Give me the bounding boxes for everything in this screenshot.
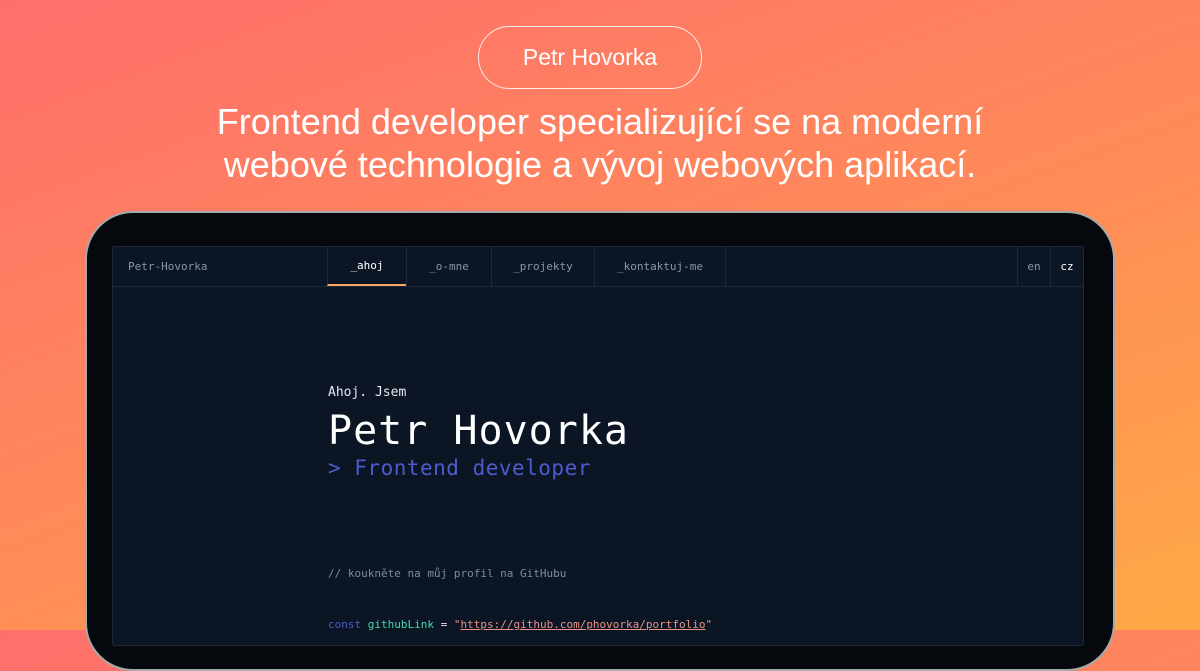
- hero-name: Petr Hovorka: [328, 408, 629, 454]
- tab-projekty[interactable]: _projekty: [491, 247, 594, 286]
- github-link[interactable]: https://github.com/phovorka/portfolio: [460, 618, 705, 631]
- tagline-line-1: Frontend developer specializující se na …: [216, 101, 984, 142]
- brand-logo[interactable]: Petr-Hovorka: [128, 247, 207, 286]
- code-comment: // koukněte na můj profil na GitHubu: [328, 567, 567, 580]
- greeting-text: Ahoj. Jsem: [328, 385, 407, 400]
- top-nav: Petr-Hovorka _ahoj _o-mne _projekty _kon…: [113, 247, 1083, 287]
- code-keyword: const: [328, 618, 362, 631]
- code-snippet: // koukněte na můj profil na GitHubu con…: [328, 531, 712, 667]
- portfolio-screen: Petr-Hovorka _ahoj _o-mne _projekty _kon…: [112, 246, 1084, 646]
- role-text: > Frontend developer: [328, 456, 591, 480]
- lang-cz-button[interactable]: cz: [1050, 247, 1083, 286]
- lang-en-button[interactable]: en: [1017, 247, 1050, 286]
- tab-o-mne[interactable]: _o-mne: [406, 247, 491, 286]
- code-variable: githubLink: [367, 618, 434, 631]
- tab-ahoj[interactable]: _ahoj: [327, 247, 406, 286]
- tab-kontaktuj-me[interactable]: _kontaktuj-me: [594, 247, 726, 286]
- nav-tabs: _ahoj _o-mne _projekty _kontaktuj-me: [327, 247, 726, 286]
- intro-block: Ahoj. Jsem Petr Hovorka > Frontend devel…: [328, 385, 629, 481]
- name-pill: Petr Hovorka: [478, 26, 702, 89]
- tagline: Frontend developer specializující se na …: [0, 100, 1200, 186]
- code-operator: =: [440, 618, 448, 631]
- tagline-line-2: webové technologie a vývoj webových apli…: [223, 144, 977, 185]
- code-quote-close: ": [705, 618, 713, 631]
- code-line: const githubLink = "https://github.com/p…: [328, 616, 712, 633]
- language-switcher: en cz: [1017, 247, 1083, 286]
